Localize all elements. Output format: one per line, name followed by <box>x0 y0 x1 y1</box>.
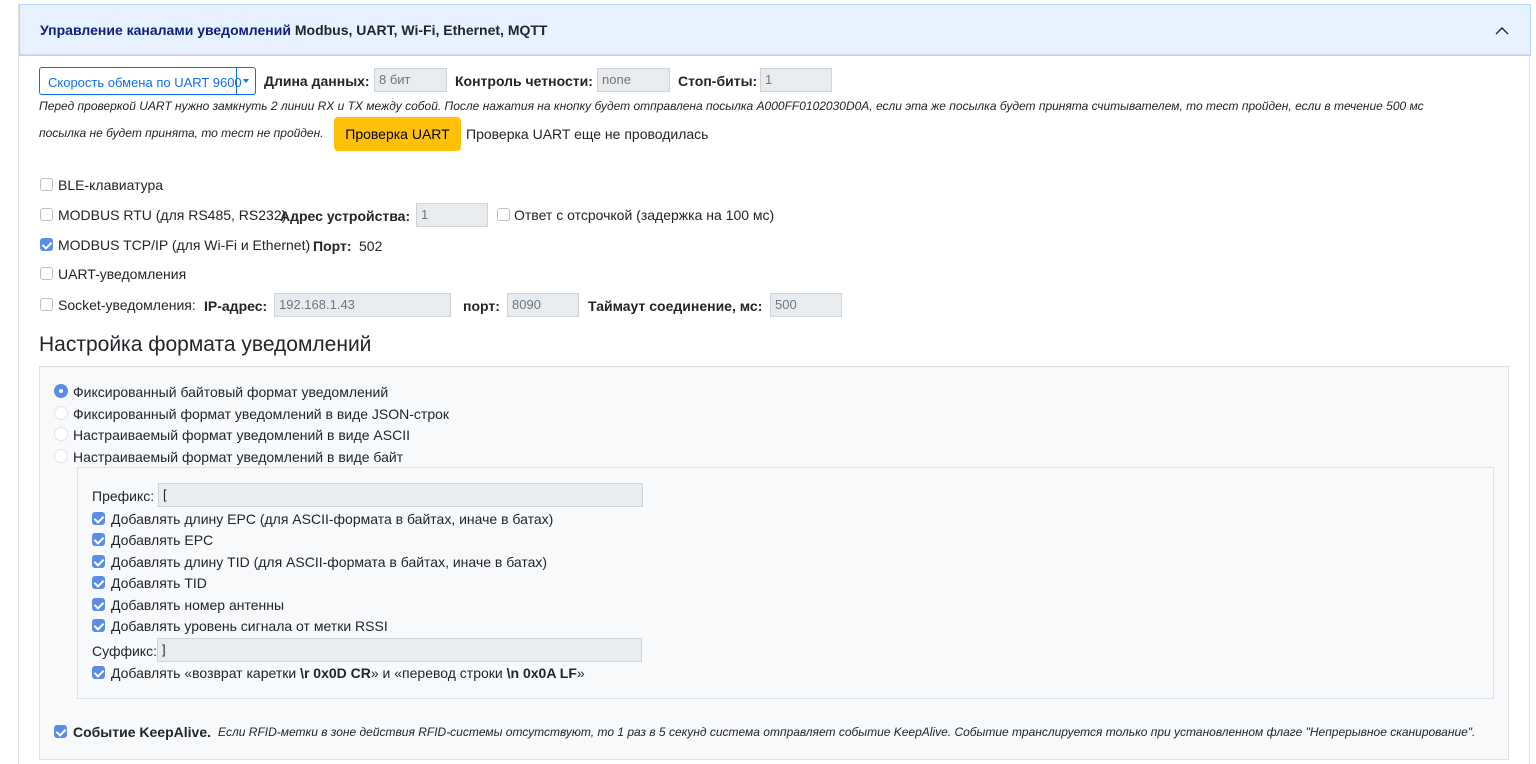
suffix-label: Суффикс: <box>92 643 157 659</box>
uart-notify-checkbox[interactable] <box>40 267 53 280</box>
option-checkbox[interactable] <box>92 619 105 632</box>
radio-fixed-json[interactable] <box>54 406 68 420</box>
timeout-label: Таймаут соединение, мс: <box>588 298 763 314</box>
uart-speed-label: Скорость обмена по UART 9600 <box>48 75 242 90</box>
modbus-rtu-checkbox[interactable] <box>40 208 53 221</box>
radio-label: Фиксированный формат уведомлений в виде … <box>73 406 450 422</box>
delayed-response-label: Ответ с отсрочкой (задержка на 100 мс) <box>514 207 775 223</box>
format-heading: Настройка формата уведомлений <box>39 333 372 356</box>
option-checkbox[interactable] <box>92 598 105 611</box>
option-label: Добавлять длину EPC (для ASCII-формата в… <box>111 511 554 527</box>
dropdown-toggle[interactable] <box>236 68 255 94</box>
crlf-label: Добавлять «возврат каретки \r 0x0D CR» и… <box>111 665 585 681</box>
uart-test-status: Проверка UART еще не проводилась <box>466 126 709 142</box>
modbus-tcp-label: MODBUS TCP/IP (для Wi-Fi и Ethernet) <box>58 237 311 253</box>
suffix-field[interactable]: ] <box>157 638 642 662</box>
keepalive-checkbox[interactable] <box>54 725 67 738</box>
accordion-header[interactable]: Управление каналами уведомлений Modbus, … <box>19 4 1531 56</box>
socket-port-field[interactable]: 8090 <box>507 293 579 317</box>
tcp-port-label: Порт: <box>313 238 352 254</box>
stop-bits-field[interactable]: 1 <box>760 68 832 92</box>
uart-test-button[interactable]: Проверка UART <box>334 117 461 151</box>
modbus-rtu-label: MODBUS RTU (для RS485, RS232) <box>58 207 287 223</box>
timeout-field[interactable]: 500 <box>770 293 842 317</box>
title-bold: Управление каналами уведомлений <box>40 22 291 38</box>
accordion-title: Управление каналами уведомлений Modbus, … <box>40 22 548 38</box>
chevron-up-icon[interactable] <box>1494 23 1510 39</box>
prefix-field[interactable]: [ <box>158 483 643 507</box>
prefix-label: Префикс: <box>92 488 155 504</box>
option-checkbox[interactable] <box>92 576 105 589</box>
uart-test-note-line1: Перед проверкой UART нужно замкнуть 2 ли… <box>39 99 1424 113</box>
title-rest: Modbus, UART, Wi-Fi, Ethernet, MQTT <box>294 22 548 38</box>
parity-label: Контроль четности: <box>455 73 593 89</box>
uart-speed-select[interactable]: Скорость обмена по UART 9600 <box>39 67 256 95</box>
keepalive-label: Событие KeepAlive. <box>73 724 211 740</box>
device-address-field[interactable]: 1 <box>416 203 488 227</box>
option-label: Добавлять уровень сигнала от метки RSSI <box>111 618 388 634</box>
caret-down-icon <box>243 79 249 83</box>
socket-port-label: порт: <box>463 298 500 314</box>
option-label: Добавлять номер антенны <box>111 597 285 613</box>
radio-fixed-byte[interactable] <box>54 384 68 398</box>
ble-label: BLE-клавиатура <box>58 177 164 193</box>
option-label: Добавлять TID <box>111 575 207 591</box>
uart-test-note-line2: посылка не будет принята, то тест не про… <box>39 126 324 140</box>
stop-bits-label: Стоп-биты: <box>678 73 758 89</box>
crlf-text: Добавлять «возврат каретки <box>111 665 301 681</box>
keepalive-note: Если RFID-метки в зоне действия RFID-сис… <box>218 725 1476 739</box>
ip-address-label: IP-адрес: <box>204 298 268 314</box>
ble-checkbox[interactable] <box>40 178 53 191</box>
crlf-cr: \r 0x0D CR <box>300 665 371 681</box>
ip-address-field[interactable]: 192.168.1.43 <box>274 293 451 317</box>
delayed-response-checkbox[interactable] <box>497 208 510 221</box>
uart-notify-label: UART-уведомления <box>58 266 187 282</box>
option-label: Добавлять EPC <box>111 532 214 548</box>
option-checkbox[interactable] <box>92 533 105 546</box>
radio-label: Фиксированный байтовый формат уведомлени… <box>73 384 389 400</box>
parity-field[interactable]: none <box>597 68 670 92</box>
radio-custom-bytes[interactable] <box>54 449 68 463</box>
option-checkbox[interactable] <box>92 555 105 568</box>
data-length-label: Длина данных: <box>264 73 370 89</box>
socket-notify-label: Socket-уведомления: <box>58 297 196 313</box>
device-address-label: Адрес устройства: <box>280 208 411 224</box>
crlf-text: » и «перевод строки <box>370 665 507 681</box>
option-label: Добавлять длину TID (для ASCII-формата в… <box>111 554 548 570</box>
option-checkbox[interactable] <box>92 512 105 525</box>
crlf-text: » <box>576 665 585 681</box>
crlf-checkbox[interactable] <box>92 666 105 679</box>
radio-label: Настраиваемый формат уведомлений в виде … <box>73 449 404 465</box>
radio-custom-ascii[interactable] <box>54 427 68 441</box>
modbus-tcp-checkbox[interactable] <box>40 238 53 251</box>
tcp-port-value: 502 <box>359 238 383 254</box>
radio-label: Настраиваемый формат уведомлений в виде … <box>73 427 410 443</box>
data-length-field[interactable]: 8 бит <box>374 68 447 92</box>
crlf-lf: \n 0x0A LF <box>506 665 577 681</box>
socket-notify-checkbox[interactable] <box>40 298 53 311</box>
